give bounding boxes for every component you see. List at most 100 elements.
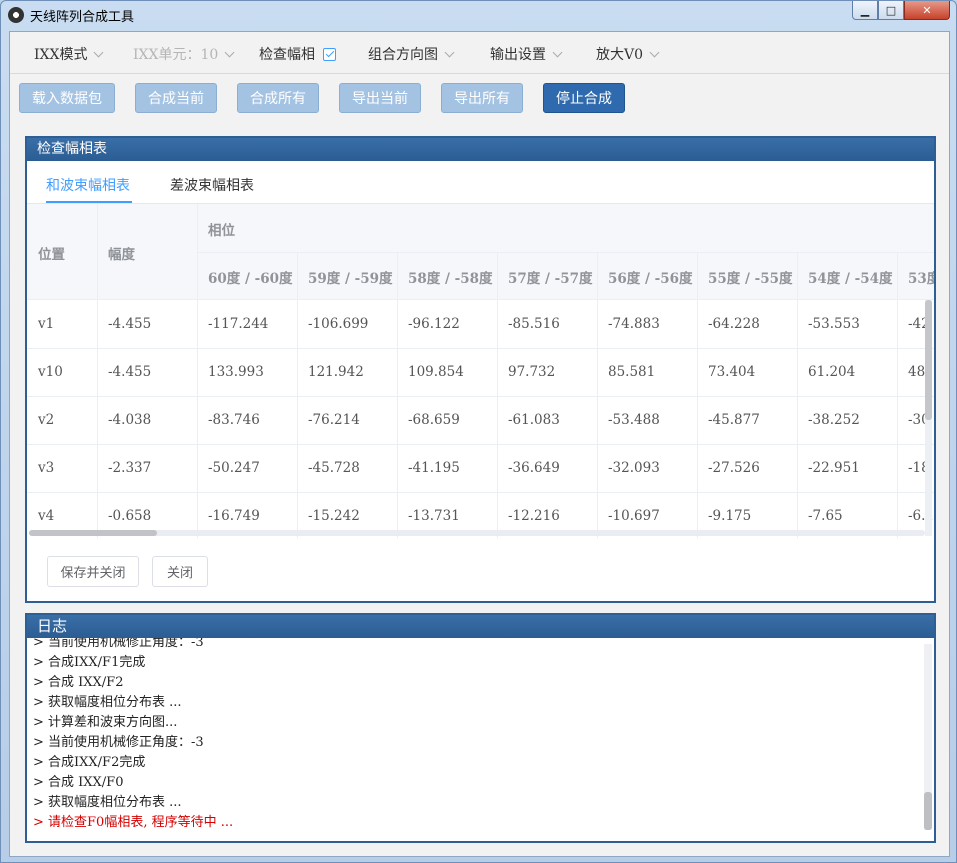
cell-position: v1	[38, 316, 55, 332]
cell-position: v2	[38, 412, 55, 428]
table-row[interactable]: v3 -2.337 -50.247 -45.728 -41.195 -36.64…	[27, 444, 934, 493]
cell-phase: -41.195	[408, 460, 460, 476]
cell-amplitude: -0.658	[108, 508, 152, 524]
log-line-error: > 请检查F0幅相表, 程序等待中 ...	[33, 815, 234, 830]
log-line: > 计算差和波束方向图...	[33, 715, 178, 730]
client-area: IXX模式 IXX单元：10 检查幅相 组合方向图 输出设置 放大V0 载入数据…	[9, 31, 950, 857]
compose-current-button[interactable]: 合成当前	[135, 83, 217, 113]
scroll-thumb[interactable]	[924, 792, 932, 830]
header-amplitude: 幅度	[108, 247, 135, 263]
header-phase-col: 53度	[908, 271, 934, 287]
log-line: > 合成IXX/F2完成	[33, 755, 146, 770]
app-window: 天线阵列合成工具 ▁ □ ✕ IXX模式 IXX单元：10 检查幅相 组合方向图	[0, 0, 957, 863]
cell-phase: 61.204	[808, 364, 856, 380]
unit-label: IXX单元：10	[133, 47, 219, 63]
panel-title: 检查幅相表	[27, 138, 934, 161]
export-all-button[interactable]: 导出所有	[441, 83, 523, 113]
maximize-button[interactable]: □	[878, 1, 904, 20]
header-phase: 相位	[208, 223, 235, 239]
log-panel: 日志 > 当前使用机械修正角度：-3 > 合成IXX/F1完成 > 合成 IXX…	[25, 613, 936, 843]
window-controls: ▁ □ ✕	[852, 1, 950, 20]
load-package-button[interactable]: 载入数据包	[19, 83, 115, 113]
window-title: 天线阵列合成工具	[30, 10, 135, 25]
log-line: > 获取幅度相位分布表 ...	[33, 795, 182, 810]
check-amplitude-phase-toggle[interactable]: 检查幅相	[259, 44, 336, 64]
cell-phase: -10.697	[608, 508, 660, 524]
cell-phase: -45.877	[708, 412, 760, 428]
table-row[interactable]: v10 -4.455 133.993 121.942 109.854 97.73…	[27, 348, 934, 397]
cell-phase: -7.65	[808, 508, 843, 524]
table-row[interactable]: v1 -4.455 -117.244 -106.699 -96.122 -85.…	[27, 300, 934, 349]
check-amplitude-phase-checkbox[interactable]	[323, 47, 336, 61]
cell-phase: -74.883	[608, 316, 660, 332]
cell-phase: -27.526	[708, 460, 760, 476]
cell-amplitude: -2.337	[108, 460, 152, 476]
zoom-dropdown[interactable]: 放大V0	[596, 44, 660, 64]
header-phase-col: 60度 / -60度	[208, 271, 293, 287]
cell-phase: -32.093	[608, 460, 660, 476]
log-output[interactable]: > 当前使用机械修正角度：-3 > 合成IXX/F1完成 > 合成 IXX/F2…	[27, 638, 934, 834]
log-line: > 合成IXX/F1完成	[33, 655, 146, 670]
amplitude-phase-panel: 检查幅相表 和波束幅相表 差波束幅相表 位置 幅度 相位 60度 / -60度 …	[25, 136, 936, 603]
cell-phase: 133.993	[208, 364, 264, 380]
stop-compose-button[interactable]: 停止合成	[543, 83, 625, 113]
save-and-close-button[interactable]: 保存并关闭	[47, 556, 139, 587]
log-line: > 获取幅度相位分布表 ...	[33, 695, 182, 710]
scroll-thumb[interactable]	[925, 300, 932, 420]
export-current-button[interactable]: 导出当前	[339, 83, 421, 113]
cell-phase: 97.732	[508, 364, 556, 380]
cell-amplitude: -4.455	[108, 316, 152, 332]
header-phase-col: 56度 / -56度	[608, 271, 693, 287]
table-row[interactable]: v2 -4.038 -83.746 -76.214 -68.659 -61.08…	[27, 396, 934, 445]
cell-phase: -50.247	[208, 460, 260, 476]
log-line: > 当前使用机械修正角度：-3	[33, 735, 204, 750]
cell-phase: 109.854	[408, 364, 464, 380]
cell-phase: -117.244	[208, 316, 269, 332]
cell-phase: -36.649	[508, 460, 560, 476]
log-title: 日志	[27, 615, 934, 638]
unit-dropdown[interactable]: IXX单元：10	[133, 44, 235, 64]
cell-phase: 73.404	[708, 364, 756, 380]
pattern-dropdown[interactable]: 组合方向图	[368, 44, 455, 64]
cell-phase: -53.488	[608, 412, 660, 428]
chevron-down-icon	[552, 47, 563, 57]
cell-phase: -12.216	[508, 508, 560, 524]
cell-position: v4	[38, 508, 55, 524]
table-horizontal-scrollbar[interactable]	[29, 530, 925, 536]
close-button[interactable]: 关闭	[152, 556, 208, 587]
title-bar[interactable]: 天线阵列合成工具 ▁ □ ✕	[1, 1, 956, 29]
log-line: > 当前使用机械修正角度：-3	[33, 638, 204, 650]
active-tab-indicator	[46, 201, 132, 203]
mode-label: IXX模式	[34, 47, 88, 63]
mode-dropdown[interactable]: IXX模式	[34, 44, 104, 64]
log-vertical-scrollbar[interactable]	[924, 644, 932, 830]
cell-phase: -83.746	[208, 412, 260, 428]
log-line: > 合成 IXX/F2	[33, 675, 124, 690]
tab-sum-beam[interactable]: 和波束幅相表	[46, 175, 130, 195]
header-phase-col: 57度 / -57度	[508, 271, 593, 287]
amplitude-phase-table[interactable]: 位置 幅度 相位 60度 / -60度 59度 / -59度 58度 / -58…	[27, 204, 934, 538]
cell-phase: -68.659	[408, 412, 460, 428]
table-vertical-scrollbar[interactable]	[925, 300, 932, 536]
check-label: 检查幅相	[259, 47, 315, 63]
cell-phase: -38.252	[808, 412, 860, 428]
tab-diff-beam[interactable]: 差波束幅相表	[170, 175, 254, 195]
cell-phase: -61.083	[508, 412, 560, 428]
scroll-thumb[interactable]	[29, 530, 157, 536]
chevron-down-icon	[649, 47, 660, 57]
output-settings-dropdown[interactable]: 输出设置	[490, 44, 563, 64]
cell-position: v3	[38, 460, 55, 476]
chevron-down-icon	[444, 47, 455, 57]
compose-all-button[interactable]: 合成所有	[237, 83, 319, 113]
chevron-down-icon	[224, 47, 235, 57]
minimize-button[interactable]: ▁	[852, 1, 878, 20]
cell-phase: -16.749	[208, 508, 260, 524]
log-line: > 合成 IXX/F0	[33, 775, 124, 790]
cell-phase: -45.728	[308, 460, 360, 476]
tab-bar: 和波束幅相表 差波束幅相表	[27, 161, 934, 204]
cell-phase: 85.581	[608, 364, 656, 380]
header-position: 位置	[38, 247, 65, 263]
close-window-button[interactable]: ✕	[904, 1, 950, 20]
cell-phase: -85.516	[508, 316, 560, 332]
cell-amplitude: -4.455	[108, 364, 152, 380]
